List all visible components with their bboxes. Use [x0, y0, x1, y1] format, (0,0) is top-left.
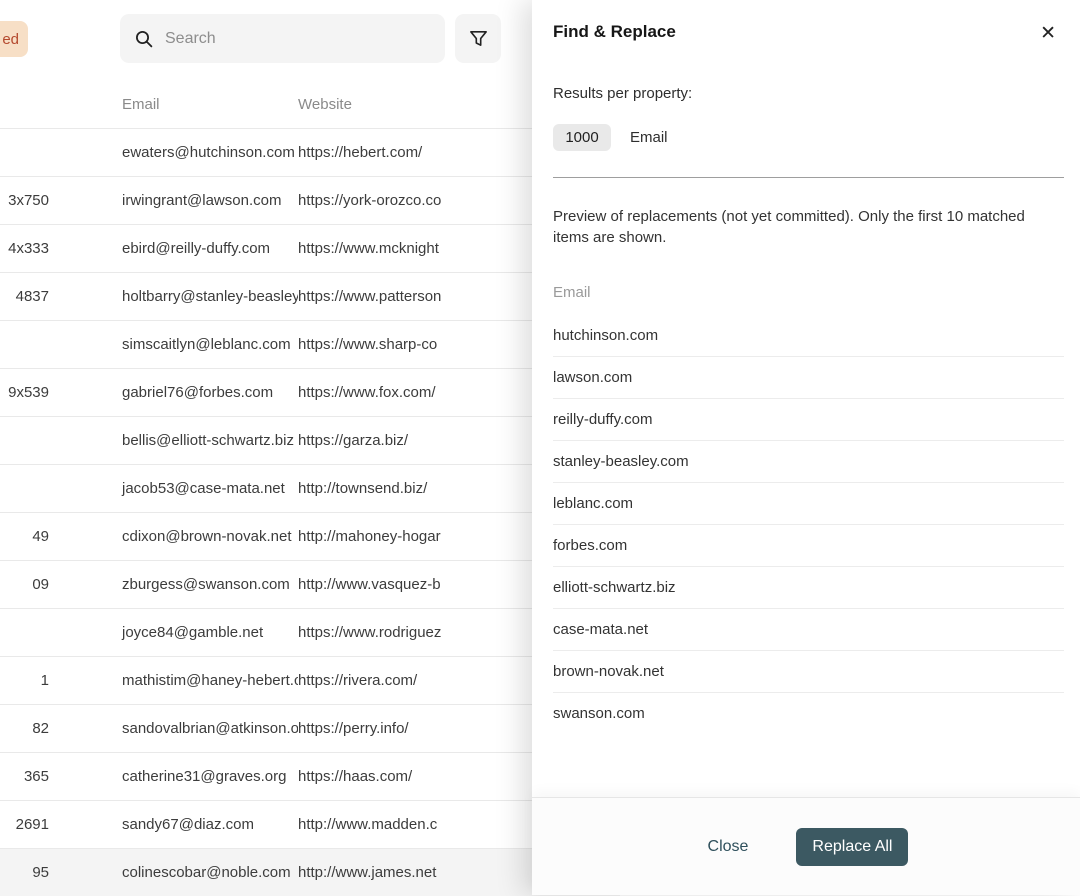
email-cell[interactable]: simscaitlyn@leblanc.com — [55, 336, 298, 353]
result-property-label: Email — [630, 129, 668, 146]
email-cell[interactable]: holtbarry@stanley-beasley.c… — [55, 288, 298, 305]
dim-cell: 1 — [0, 672, 55, 689]
email-cell[interactable]: jacob53@case-mata.net — [55, 480, 298, 497]
find-replace-panel: Find & Replace ✕ Results per property: 1… — [532, 0, 1080, 895]
email-cell[interactable]: joyce84@gamble.net — [55, 624, 298, 641]
panel-title: Find & Replace — [553, 22, 676, 42]
table-row[interactable]: jacob53@case-mata.net http://townsend.bi… — [0, 464, 620, 512]
dim-cell: 82 — [0, 720, 55, 737]
email-cell[interactable]: catherine31@graves.org — [55, 768, 298, 785]
table-row[interactable]: ewaters@hutchinson.com https://hebert.co… — [0, 128, 620, 176]
email-cell[interactable]: zburgess@swanson.com — [55, 576, 298, 593]
dim-cell: 4837 — [0, 288, 55, 305]
dim-cell: 365 — [0, 768, 55, 785]
table-row[interactable]: 09 zburgess@swanson.com http://www.vasqu… — [0, 560, 620, 608]
email-cell[interactable]: colinescobar@noble.com — [55, 864, 298, 881]
close-icon[interactable]: ✕ — [1038, 22, 1058, 45]
email-cell[interactable]: ewaters@hutchinson.com — [55, 144, 298, 161]
table-row[interactable]: 49 cdixon@brown-novak.net http://mahoney… — [0, 512, 620, 560]
table-row[interactable]: 1 mathistim@haney-hebert.c… https://rive… — [0, 656, 620, 704]
close-button[interactable]: Close — [704, 830, 753, 864]
modified-badge[interactable]: ed — [0, 21, 28, 57]
filter-button[interactable] — [455, 14, 501, 63]
email-cell[interactable]: ebird@reilly-duffy.com — [55, 240, 298, 257]
replace-all-button[interactable]: Replace All — [796, 828, 908, 866]
filter-funnel-icon — [468, 28, 489, 49]
email-column-header[interactable]: Email — [55, 96, 298, 113]
dim-cell: 9x539 — [0, 384, 55, 401]
result-chip-row: 1000 Email — [553, 124, 1064, 151]
preview-note: Preview of replacements (not yet committ… — [553, 206, 1058, 248]
preview-item: brown-novak.net — [553, 650, 1064, 692]
table-header-row: Email Website — [0, 80, 620, 128]
table-row[interactable]: 4837 holtbarry@stanley-beasley.c… https:… — [0, 272, 620, 320]
preview-item: hutchinson.com — [553, 315, 1064, 356]
email-cell[interactable]: sandovalbrian@atkinson.org — [55, 720, 298, 737]
email-cell[interactable]: mathistim@haney-hebert.c… — [55, 672, 298, 689]
dim-cell: 09 — [0, 576, 55, 593]
preview-item: elliott-schwartz.biz — [553, 566, 1064, 608]
table-row[interactable]: 95 colinescobar@noble.com http://www.jam… — [0, 848, 620, 896]
search-box[interactable] — [120, 14, 445, 63]
dim-cell: 4x333 — [0, 240, 55, 257]
dim-cell: 49 — [0, 528, 55, 545]
dim-cell: 3x750 — [0, 192, 55, 209]
panel-header: Find & Replace ✕ — [532, 0, 1080, 45]
preview-item: swanson.com — [553, 692, 1064, 734]
search-input[interactable] — [165, 30, 431, 48]
preview-item: leblanc.com — [553, 482, 1064, 524]
modified-badge-label: ed — [2, 31, 19, 48]
preview-item: lawson.com — [553, 356, 1064, 398]
preview-item: reilly-duffy.com — [553, 398, 1064, 440]
email-cell[interactable]: bellis@elliott-schwartz.biz — [55, 432, 298, 449]
preview-list: hutchinson.com lawson.com reilly-duffy.c… — [553, 315, 1064, 734]
section-divider — [553, 177, 1064, 178]
panel-body: Results per property: 1000 Email Preview… — [532, 45, 1080, 797]
preview-column-header: Email — [553, 284, 1064, 301]
table-row[interactable]: 365 catherine31@graves.org https://haas.… — [0, 752, 620, 800]
preview-item: case-mata.net — [553, 608, 1064, 650]
result-count-chip: 1000 — [553, 124, 611, 151]
email-cell[interactable]: sandy67@diaz.com — [55, 816, 298, 833]
preview-item: stanley-beasley.com — [553, 440, 1064, 482]
results-per-property-label: Results per property: — [553, 85, 1064, 102]
records-table: Email Website ewaters@hutchinson.com htt… — [0, 80, 620, 896]
table-toolbar: ed — [0, 0, 532, 80]
email-cell[interactable]: gabriel76@forbes.com — [55, 384, 298, 401]
table-row[interactable]: 2691 sandy67@diaz.com http://www.madden.… — [0, 800, 620, 848]
table-row[interactable]: 82 sandovalbrian@atkinson.org https://pe… — [0, 704, 620, 752]
table-row[interactable]: 4x333 ebird@reilly-duffy.com https://www… — [0, 224, 620, 272]
email-cell[interactable]: cdixon@brown-novak.net — [55, 528, 298, 545]
search-icon — [134, 29, 154, 49]
preview-item: forbes.com — [553, 524, 1064, 566]
panel-footer: Close Replace All — [532, 797, 1080, 895]
dim-cell: 2691 — [0, 816, 55, 833]
table-row[interactable]: bellis@elliott-schwartz.biz https://garz… — [0, 416, 620, 464]
table-row[interactable]: joyce84@gamble.net https://www.rodriguez — [0, 608, 620, 656]
table-row[interactable]: simscaitlyn@leblanc.com https://www.shar… — [0, 320, 620, 368]
dim-cell: 95 — [0, 864, 55, 881]
table-row[interactable]: 3x750 irwingrant@lawson.com https://york… — [0, 176, 620, 224]
table-row[interactable]: 9x539 gabriel76@forbes.com https://www.f… — [0, 368, 620, 416]
email-cell[interactable]: irwingrant@lawson.com — [55, 192, 298, 209]
